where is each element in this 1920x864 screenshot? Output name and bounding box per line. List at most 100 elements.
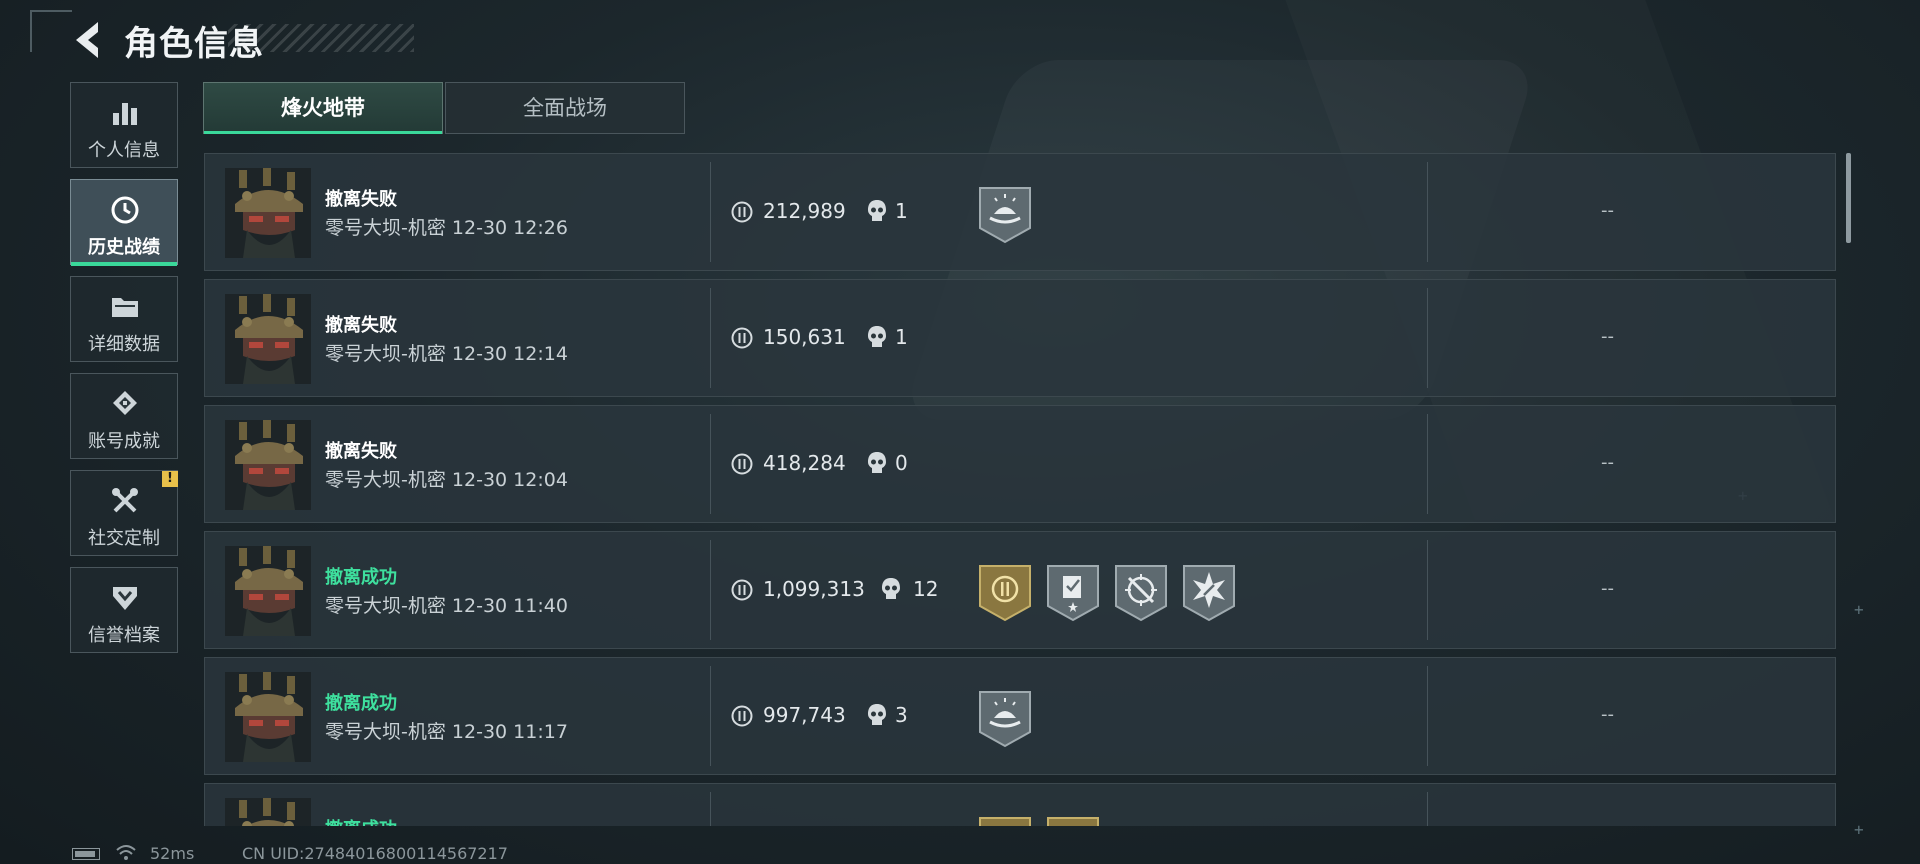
divider: [1427, 288, 1428, 388]
gold-badge-icon[interactable]: [978, 814, 1032, 826]
battery-icon: [72, 848, 100, 860]
extraction-result: 撤离失败: [325, 189, 397, 210]
extraction-result: 撤离成功: [325, 693, 397, 714]
gold-emblem-badge-icon[interactable]: [978, 562, 1032, 622]
tab-full-battlefield[interactable]: 全面战场: [445, 82, 685, 134]
skull-icon: [882, 578, 900, 599]
ping-readout: 52ms: [150, 844, 195, 863]
skull-icon: [868, 452, 886, 473]
match-row[interactable]: 撤离失败 零号大坝-机密 12-30 12:26 212,989 1 --: [204, 153, 1836, 271]
sidebar-item-history[interactable]: 历史战绩: [70, 179, 178, 266]
title-decoration: [228, 24, 414, 52]
match-info: 零号大坝-机密 12-30 11:17: [325, 717, 568, 744]
map-name: 零号大坝-机密: [325, 595, 446, 617]
history-clock-icon: [111, 196, 139, 224]
match-time: 12-30 11:17: [451, 721, 568, 743]
divider: [710, 162, 711, 262]
match-history-list: 撤离失败 零号大坝-机密 12-30 12:26 212,989 1 -- 撤离…: [204, 153, 1836, 826]
coin-icon: [731, 201, 753, 223]
kill-count: 12: [913, 577, 939, 601]
tools-icon: [112, 488, 138, 513]
kill-count: 1: [895, 199, 908, 223]
coin-icon: [731, 705, 753, 727]
mode-tabs: 烽火地带 全面战场: [203, 82, 685, 134]
divider: [1427, 540, 1428, 640]
skull-icon: [868, 326, 886, 347]
crosshair-marker: +: [1854, 820, 1864, 839]
folder-icon: [112, 298, 138, 317]
match-info: 零号大坝-机密 12-30 11:40: [325, 591, 568, 618]
extra-info: --: [1601, 200, 1614, 221]
sidebar-item-label: 个人信息: [88, 140, 160, 161]
sunrise-badge-icon[interactable]: [978, 184, 1032, 244]
coin-icon: [731, 453, 753, 475]
skull-icon: [868, 200, 886, 221]
alert-badge: !: [162, 471, 178, 487]
map-name: 零号大坝-机密: [325, 343, 446, 365]
divider: [710, 540, 711, 640]
kill-count: 0: [895, 451, 908, 475]
tab-warzone[interactable]: 烽火地带: [203, 82, 443, 134]
operator-avatar: [225, 294, 311, 384]
operator-avatar: [225, 168, 311, 258]
extraction-result: 撤离失败: [325, 315, 397, 336]
match-row[interactable]: 撤离失败 零号大坝-机密 12-30 12:04 418,284 0 --: [204, 405, 1836, 523]
wifi-icon: [116, 845, 136, 860]
shield-chevron-icon: [113, 587, 137, 610]
crosshair-marker: +: [1854, 600, 1864, 619]
operator-avatar: [225, 672, 311, 762]
back-button[interactable]: [68, 18, 108, 62]
extraction-result: 撤离成功: [325, 815, 397, 826]
divider: [1427, 666, 1428, 766]
coin-icon: [731, 579, 753, 601]
kill-count: 1: [895, 325, 908, 349]
extra-info: --: [1601, 578, 1614, 599]
sidebar-item-personal-info[interactable]: 个人信息: [70, 82, 178, 168]
sidebar-item-social-customization[interactable]: 社交定制 !: [70, 470, 178, 556]
sunrise-badge-icon[interactable]: [978, 688, 1032, 748]
coin-icon: [731, 327, 753, 349]
divider: [1427, 792, 1428, 826]
sidebar-item-detailed-data[interactable]: 详细数据: [70, 276, 178, 362]
divider: [1427, 414, 1428, 514]
corner-bracket: [30, 10, 72, 52]
list-scrollbar[interactable]: [1846, 153, 1851, 243]
kill-count: 3: [895, 703, 908, 727]
achievement-icon: [113, 391, 137, 415]
match-row[interactable]: 撤离成功 零号大坝-机密 12-30 11:17 997,743 3 --: [204, 657, 1836, 775]
burst-badge-icon[interactable]: [1182, 562, 1236, 622]
match-info: 零号大坝-机密 12-30 12:26: [325, 213, 568, 240]
gold-badge-icon[interactable]: [1046, 814, 1100, 826]
divider: [710, 666, 711, 766]
divider: [710, 792, 711, 826]
match-time: 12-30 12:26: [451, 217, 568, 239]
loot-value: 150,631: [763, 325, 846, 349]
sidebar-item-label: 账号成就: [88, 431, 160, 452]
sidebar-item-achievements[interactable]: 账号成就: [70, 373, 178, 459]
match-time: 12-30 12:04: [451, 469, 568, 491]
divider: [710, 414, 711, 514]
operator-avatar: [225, 420, 311, 510]
bar-chart-icon: [113, 103, 137, 125]
loot-value: 418,284: [763, 451, 846, 475]
document-star-badge-icon[interactable]: [1046, 562, 1100, 622]
match-time: 12-30 11:40: [451, 595, 568, 617]
match-row[interactable]: 撤离成功: [204, 783, 1836, 826]
match-row[interactable]: 撤离失败 零号大坝-机密 12-30 12:14 150,631 1 --: [204, 279, 1836, 397]
map-name: 零号大坝-机密: [325, 469, 446, 491]
sidebar-item-label: 信誉档案: [88, 625, 160, 646]
sidebar-item-reputation[interactable]: 信誉档案: [70, 567, 178, 653]
match-info: 零号大坝-机密 12-30 12:04: [325, 465, 568, 492]
sidebar-item-label: 社交定制: [88, 528, 160, 549]
extraction-result: 撤离失败: [325, 441, 397, 462]
match-row[interactable]: 撤离成功 零号大坝-机密 12-30 11:40 1,099,313 12 --: [204, 531, 1836, 649]
extra-info: --: [1601, 704, 1614, 725]
sidebar-item-label: 历史战绩: [88, 237, 160, 258]
crosshair-badge-icon[interactable]: [1114, 562, 1168, 622]
divider: [1427, 162, 1428, 262]
match-info: 零号大坝-机密 12-30 12:14: [325, 339, 568, 366]
match-time: 12-30 12:14: [451, 343, 568, 365]
chevron-left-icon: [76, 22, 98, 58]
user-uid: CN UID:27484016800114567217: [242, 844, 508, 863]
operator-avatar: [225, 546, 311, 636]
